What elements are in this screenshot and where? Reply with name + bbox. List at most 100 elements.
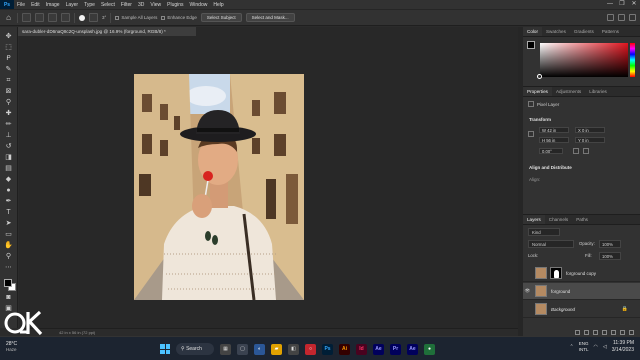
add-mask-icon[interactable]	[593, 329, 598, 335]
add-to-selection-icon[interactable]	[48, 13, 57, 22]
fx-icon[interactable]	[584, 329, 589, 335]
new-layer-icon[interactable]	[620, 329, 625, 335]
healing-brush-tool-icon[interactable]: ✚	[4, 110, 13, 118]
home-icon[interactable]: ⌂	[4, 13, 13, 22]
tab-properties[interactable]: Properties	[523, 87, 552, 96]
move-tool-icon[interactable]: ✥	[4, 33, 13, 41]
search-icon[interactable]	[607, 14, 614, 21]
x-field[interactable]: X 0 in	[575, 127, 605, 133]
hue-slider[interactable]	[630, 43, 635, 77]
trash-icon[interactable]	[629, 329, 634, 335]
link-icon[interactable]	[528, 131, 534, 137]
clone-stamp-tool-icon[interactable]: ⊥	[4, 132, 13, 140]
blend-mode-select[interactable]: Normal	[528, 240, 574, 248]
close-button[interactable]: ✕	[628, 0, 640, 9]
tab-adjustments[interactable]: Adjustments	[552, 87, 585, 96]
tab-color[interactable]: Color	[523, 27, 542, 36]
color-picker-cursor[interactable]	[537, 74, 542, 79]
after-effects-app-icon-2[interactable]: Ae	[407, 343, 418, 355]
menu-filter[interactable]: Filter	[118, 2, 135, 8]
layer-row-background[interactable]: Background 🔒	[523, 301, 640, 318]
width-field[interactable]: W 42 in	[539, 127, 569, 133]
new-group-icon[interactable]	[611, 329, 616, 335]
flip-horizontal-icon[interactable]	[573, 148, 579, 154]
after-effects-app-icon[interactable]: Ae	[373, 343, 384, 355]
store-icon[interactable]: ◧	[288, 343, 299, 355]
tray-overflow-icon[interactable]: ⌃	[570, 344, 574, 350]
adjustment-layer-icon[interactable]	[602, 329, 607, 335]
weather-widget[interactable]: 28°C Haze	[6, 341, 17, 352]
foreground-color-swatch[interactable]	[3, 278, 12, 287]
select-and-mask-button[interactable]: Select and Mask...	[245, 13, 295, 22]
tab-layers[interactable]: Layers	[523, 215, 545, 224]
menu-plugins[interactable]: Plugins	[164, 2, 186, 8]
document-tab[interactable]: sara-dubler-dD6naQ8c2Q-unsplash.jpg @ 16…	[18, 27, 196, 36]
angle-field[interactable]: 0.00°	[539, 148, 563, 154]
menu-image[interactable]: Image	[43, 2, 63, 8]
tab-paths[interactable]: Paths	[572, 215, 592, 224]
color-swatches[interactable]	[2, 278, 16, 292]
brush-tool-icon[interactable]: ✏	[4, 121, 13, 129]
dodge-tool-icon[interactable]: ●	[4, 187, 13, 195]
layer-row-forground[interactable]: 👁 forground	[523, 283, 640, 300]
layer-mask-thumbnail[interactable]	[550, 267, 562, 279]
hand-tool-icon[interactable]: ✋	[4, 242, 13, 250]
brush-angle-value[interactable]: 3°	[102, 15, 106, 20]
folder-icon[interactable]: ▰	[271, 343, 282, 355]
flip-vertical-icon[interactable]	[583, 148, 589, 154]
more-tools-icon[interactable]: ⋯	[4, 264, 13, 272]
opera-icon[interactable]: ○	[305, 343, 316, 355]
document-photo[interactable]	[134, 74, 304, 300]
app-icon[interactable]: ●	[424, 343, 435, 355]
tab-gradients[interactable]: Gradients	[570, 27, 598, 36]
minimize-button[interactable]: —	[604, 0, 616, 9]
photoshop-logo[interactable]: Ps	[0, 0, 14, 9]
photoshop-app-icon[interactable]: Ps	[322, 343, 333, 355]
blur-tool-icon[interactable]: ◆	[4, 176, 13, 184]
sample-all-layers-checkbox[interactable]: Sample All Layers	[115, 15, 157, 20]
layer-filter-select[interactable]: Kind	[528, 228, 560, 236]
taskbar-search[interactable]: ⚲ Search	[176, 343, 214, 355]
menu-edit[interactable]: Edit	[28, 2, 43, 8]
eye-icon[interactable]: 👁	[523, 288, 532, 294]
menu-view[interactable]: View	[147, 2, 164, 8]
fill-field[interactable]: 100%	[599, 252, 621, 260]
eraser-tool-icon[interactable]: ◨	[4, 154, 13, 162]
menu-3d[interactable]: 3D	[135, 2, 147, 8]
y-field[interactable]: Y 0 in	[575, 137, 605, 143]
new-selection-icon[interactable]	[35, 13, 44, 22]
task-view-icon[interactable]: ▢	[237, 343, 248, 355]
lasso-tool-icon[interactable]: ᑭ	[4, 55, 13, 63]
layer-name[interactable]: forground	[551, 289, 570, 294]
wifi-icon[interactable]: ◠	[594, 344, 598, 350]
tab-swatches[interactable]: Swatches	[542, 27, 570, 36]
menu-type[interactable]: Type	[81, 2, 98, 8]
frame-tool-icon[interactable]: ⊠	[4, 88, 13, 96]
tab-libraries[interactable]: Libraries	[585, 87, 611, 96]
type-tool-icon[interactable]: T	[4, 209, 13, 217]
color-picker-field[interactable]	[540, 43, 628, 77]
enhance-edge-checkbox[interactable]: Enhance Edge	[161, 15, 197, 20]
menu-layer[interactable]: Layer	[63, 2, 82, 8]
tab-channels[interactable]: Channels	[545, 215, 572, 224]
brush-size-picker[interactable]	[79, 14, 85, 21]
height-field[interactable]: H 56 in	[539, 137, 569, 143]
premiere-app-icon[interactable]: Pr	[390, 343, 401, 355]
file-explorer-icon[interactable]: ▦	[220, 343, 231, 355]
layer-name[interactable]: Background	[551, 307, 575, 312]
canvas-area[interactable]	[19, 36, 518, 328]
foreground-color-swatch[interactable]	[527, 41, 535, 49]
clock[interactable]: 11:39 PM 3/14/2023	[612, 340, 634, 354]
eyedropper-tool-icon[interactable]: ⚲	[4, 99, 13, 107]
quick-selection-tool-icon[interactable]	[22, 13, 31, 22]
crop-tool-icon[interactable]: ⌗	[4, 77, 13, 85]
marquee-tool-icon[interactable]: ⬚	[4, 44, 13, 52]
share-icon[interactable]	[629, 14, 636, 21]
language-indicator[interactable]: ENG INTL	[579, 341, 589, 353]
rectangle-tool-icon[interactable]: ▭	[4, 231, 13, 239]
gradient-tool-icon[interactable]: ▤	[4, 165, 13, 173]
zoom-tool-icon[interactable]: ⚲	[4, 253, 13, 261]
link-layers-icon[interactable]	[575, 329, 580, 335]
select-subject-button[interactable]: Select Subject	[200, 13, 242, 22]
layer-row-forground-copy[interactable]: forground copy	[523, 265, 640, 282]
